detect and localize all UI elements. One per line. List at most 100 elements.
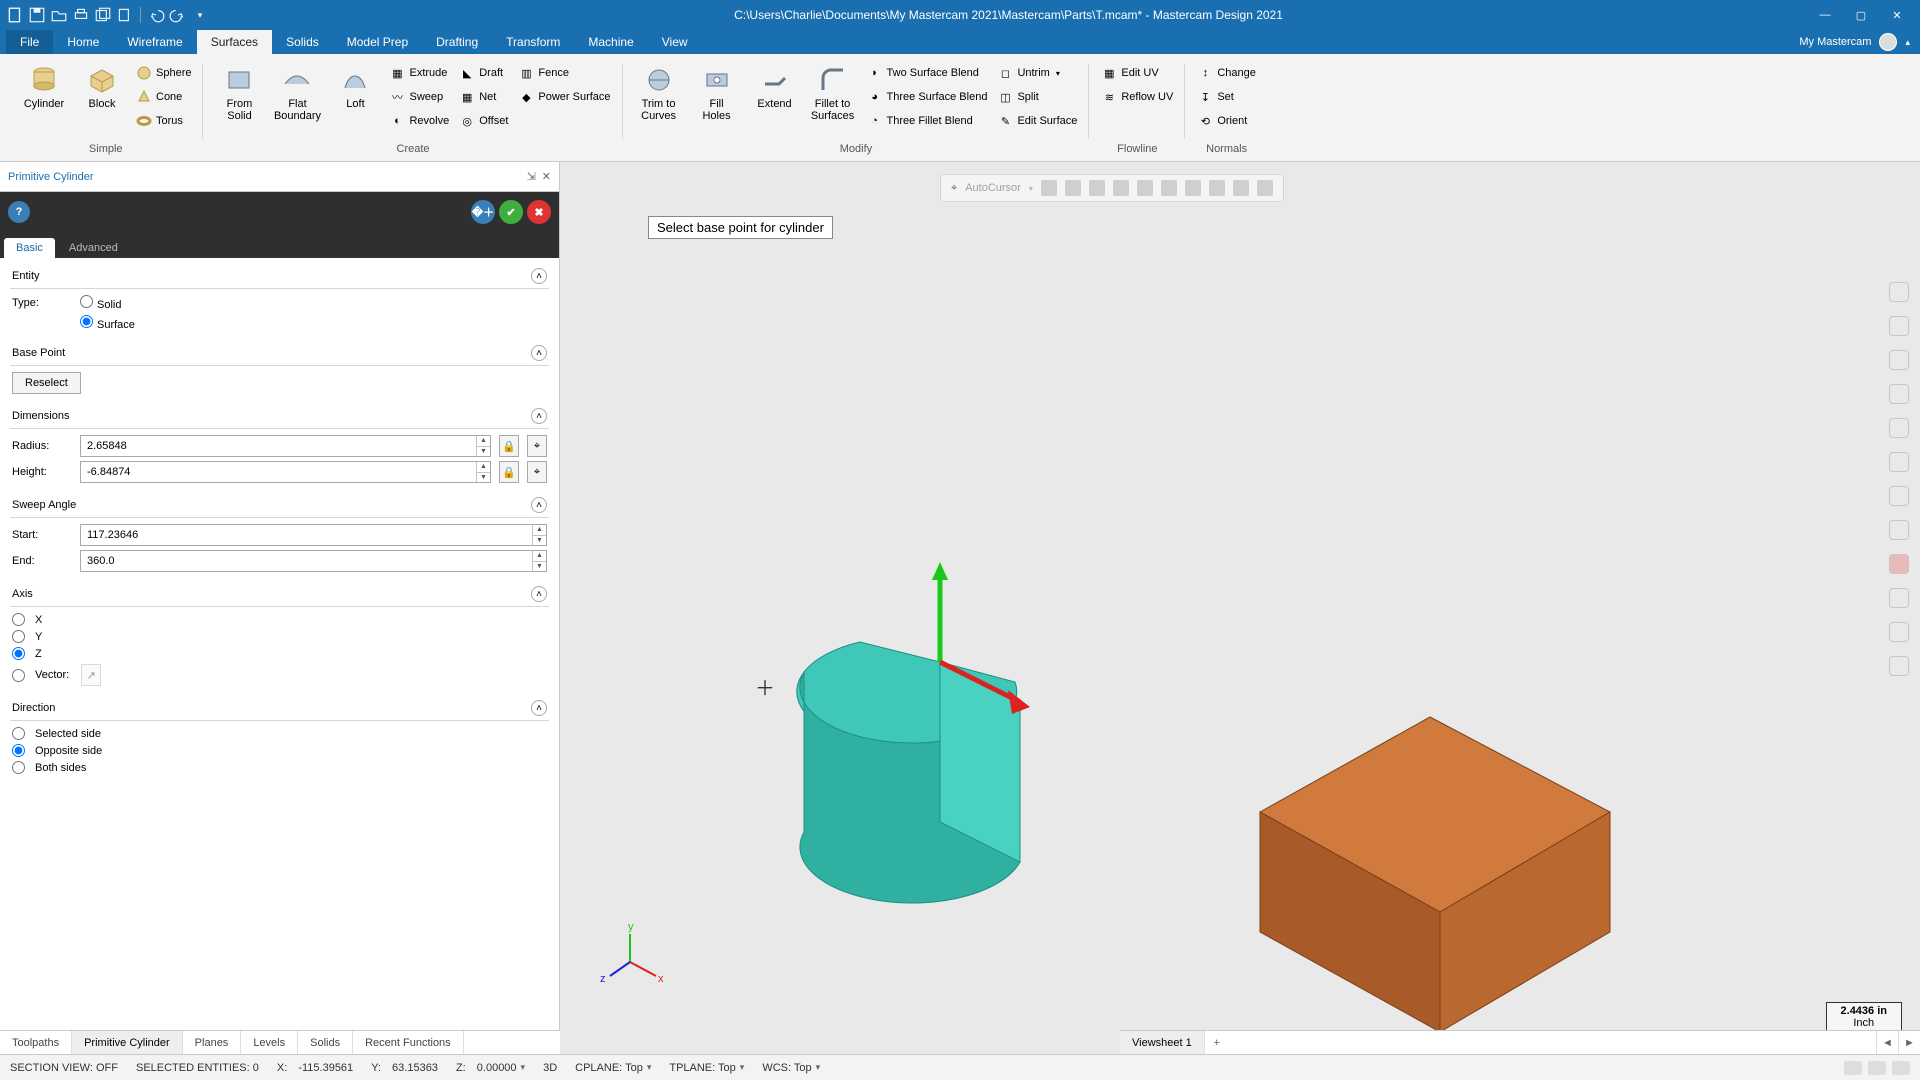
panel-pin-icon[interactable]: ⇲ bbox=[527, 170, 536, 183]
axis-vector-radio[interactable]: Vector:↗ bbox=[12, 664, 547, 686]
height-lock-icon[interactable]: 🔒 bbox=[499, 461, 519, 483]
type-solid-radio[interactable]: Solid bbox=[80, 295, 121, 311]
reselect-button[interactable]: Reselect bbox=[12, 372, 81, 394]
tab-file[interactable]: File bbox=[6, 30, 53, 54]
status-z[interactable]: Z: 0.00000 bbox=[456, 1062, 525, 1074]
btab-planes[interactable]: Planes bbox=[183, 1031, 242, 1054]
collapse-basepoint-icon[interactable]: ˄ bbox=[531, 345, 547, 361]
dock-btn-1[interactable] bbox=[1889, 282, 1909, 302]
tab-solids[interactable]: Solids bbox=[272, 30, 333, 54]
extrude-button[interactable]: ▦Extrude bbox=[387, 62, 451, 84]
tab-drafting[interactable]: Drafting bbox=[422, 30, 492, 54]
status-cplane[interactable]: CPLANE: Top bbox=[575, 1062, 651, 1074]
fence-button[interactable]: ▥Fence bbox=[516, 62, 612, 84]
window-close-button[interactable]: ✕ bbox=[1880, 4, 1914, 26]
dock-btn-10[interactable] bbox=[1889, 588, 1909, 608]
panel-close-icon[interactable]: ✕ bbox=[542, 170, 551, 183]
axis-x-radio[interactable]: X bbox=[12, 613, 547, 626]
dock-btn-11[interactable] bbox=[1889, 622, 1909, 642]
height-input[interactable]: ▲▼ bbox=[80, 461, 491, 483]
status-indicator-1-icon[interactable] bbox=[1844, 1061, 1862, 1075]
dir-both-radio[interactable]: Both sides bbox=[12, 761, 547, 774]
cone-button[interactable]: Cone bbox=[134, 86, 193, 108]
tab-machine[interactable]: Machine bbox=[574, 30, 647, 54]
qat-new-icon[interactable] bbox=[6, 6, 24, 24]
height-spin-down[interactable]: ▼ bbox=[477, 473, 490, 483]
status-indicator-2-icon[interactable] bbox=[1868, 1061, 1886, 1075]
btab-toolpaths[interactable]: Toolpaths bbox=[0, 1031, 72, 1054]
radius-input[interactable]: ▲▼ bbox=[80, 435, 491, 457]
flat-boundary-button[interactable]: Flat Boundary bbox=[271, 62, 323, 122]
dock-btn-9[interactable] bbox=[1889, 554, 1909, 574]
start-spin-down[interactable]: ▼ bbox=[533, 536, 546, 546]
collapse-entity-icon[interactable]: ˄ bbox=[531, 268, 547, 284]
height-pick-icon[interactable]: ⌖ bbox=[527, 461, 547, 483]
status-indicator-3-icon[interactable] bbox=[1892, 1061, 1910, 1075]
revolve-button[interactable]: ◐Revolve bbox=[387, 110, 451, 132]
status-mode[interactable]: 3D bbox=[543, 1062, 557, 1074]
tab-wireframe[interactable]: Wireframe bbox=[113, 30, 196, 54]
start-angle-input[interactable]: ▲▼ bbox=[80, 524, 547, 546]
collapse-dimensions-icon[interactable]: ˄ bbox=[531, 408, 547, 424]
radius-spin-down[interactable]: ▼ bbox=[477, 447, 490, 457]
collapse-sweep-icon[interactable]: ˄ bbox=[531, 497, 547, 513]
qat-open-icon[interactable] bbox=[50, 6, 68, 24]
dock-btn-8[interactable] bbox=[1889, 520, 1909, 540]
fill-holes-button[interactable]: Fill Holes bbox=[691, 62, 743, 122]
viewport-3d[interactable]: ⌖ AutoCursor ▾ Select base point for cyl… bbox=[560, 162, 1920, 1054]
tab-surfaces[interactable]: Surfaces bbox=[197, 30, 272, 54]
qat-undo-icon[interactable] bbox=[147, 6, 165, 24]
status-tplane[interactable]: TPLANE: Top bbox=[669, 1062, 744, 1074]
radius-pick-icon[interactable]: ⌖ bbox=[527, 435, 547, 457]
dock-btn-3[interactable] bbox=[1889, 350, 1909, 370]
dock-btn-5[interactable] bbox=[1889, 418, 1909, 438]
edit-uv-button[interactable]: ▦Edit UV bbox=[1099, 62, 1175, 84]
collapse-direction-icon[interactable]: ˄ bbox=[531, 700, 547, 716]
ribbon-collapse-icon[interactable]: ▴ bbox=[1905, 37, 1910, 48]
btab-recent-functions[interactable]: Recent Functions bbox=[353, 1031, 464, 1054]
three-fillet-blend-button[interactable]: ◔Three Fillet Blend bbox=[865, 110, 990, 132]
dock-btn-6[interactable] bbox=[1889, 452, 1909, 472]
block-button[interactable]: Block bbox=[76, 62, 128, 110]
viewsheet-scroll-left[interactable]: ◄ bbox=[1876, 1031, 1898, 1054]
dir-selected-radio[interactable]: Selected side bbox=[12, 727, 547, 740]
viewsheet-scroll-right[interactable]: ► bbox=[1898, 1031, 1920, 1054]
offset-button[interactable]: ◎Offset bbox=[457, 110, 510, 132]
tab-home[interactable]: Home bbox=[53, 30, 113, 54]
sphere-button[interactable]: Sphere bbox=[134, 62, 193, 84]
dir-opposite-radio[interactable]: Opposite side bbox=[12, 744, 547, 757]
qat-copy-icon[interactable] bbox=[116, 6, 134, 24]
tab-transform[interactable]: Transform bbox=[492, 30, 574, 54]
panel-apply-new-button[interactable]: �＋ bbox=[471, 200, 495, 224]
orient-normals-button[interactable]: ⟲Orient bbox=[1195, 110, 1258, 132]
two-surface-blend-button[interactable]: ◗Two Surface Blend bbox=[865, 62, 990, 84]
panel-cancel-button[interactable]: ✖ bbox=[527, 200, 551, 224]
three-surface-blend-button[interactable]: ◕Three Surface Blend bbox=[865, 86, 990, 108]
btab-primitive-cylinder[interactable]: Primitive Cylinder bbox=[72, 1031, 183, 1054]
panel-tab-advanced[interactable]: Advanced bbox=[57, 238, 130, 258]
user-avatar-icon[interactable] bbox=[1879, 33, 1897, 51]
change-normals-button[interactable]: ↕Change bbox=[1195, 62, 1258, 84]
type-surface-radio[interactable]: Surface bbox=[80, 315, 135, 331]
radius-lock-icon[interactable]: 🔒 bbox=[499, 435, 519, 457]
viewsheet-tab[interactable]: Viewsheet 1 bbox=[1120, 1031, 1205, 1054]
draft-button[interactable]: ◣Draft bbox=[457, 62, 510, 84]
torus-button[interactable]: Torus bbox=[134, 110, 193, 132]
trim-to-curves-button[interactable]: Trim to Curves bbox=[633, 62, 685, 122]
dock-btn-7[interactable] bbox=[1889, 486, 1909, 506]
extend-button[interactable]: Extend bbox=[749, 62, 801, 110]
start-spin-up[interactable]: ▲ bbox=[533, 525, 546, 536]
from-solid-button[interactable]: From Solid bbox=[213, 62, 265, 122]
dock-btn-4[interactable] bbox=[1889, 384, 1909, 404]
sweep-button[interactable]: 〰Sweep bbox=[387, 86, 451, 108]
status-section-view[interactable]: SECTION VIEW: OFF bbox=[10, 1062, 118, 1074]
set-normals-button[interactable]: ↧Set bbox=[1195, 86, 1258, 108]
tab-model-prep[interactable]: Model Prep bbox=[333, 30, 422, 54]
dock-btn-2[interactable] bbox=[1889, 316, 1909, 336]
height-spin-up[interactable]: ▲ bbox=[477, 462, 490, 473]
status-wcs[interactable]: WCS: Top bbox=[762, 1062, 820, 1074]
split-button[interactable]: ◫Split bbox=[995, 86, 1079, 108]
btab-levels[interactable]: Levels bbox=[241, 1031, 298, 1054]
panel-ok-button[interactable]: ✔ bbox=[499, 200, 523, 224]
end-spin-up[interactable]: ▲ bbox=[533, 551, 546, 562]
